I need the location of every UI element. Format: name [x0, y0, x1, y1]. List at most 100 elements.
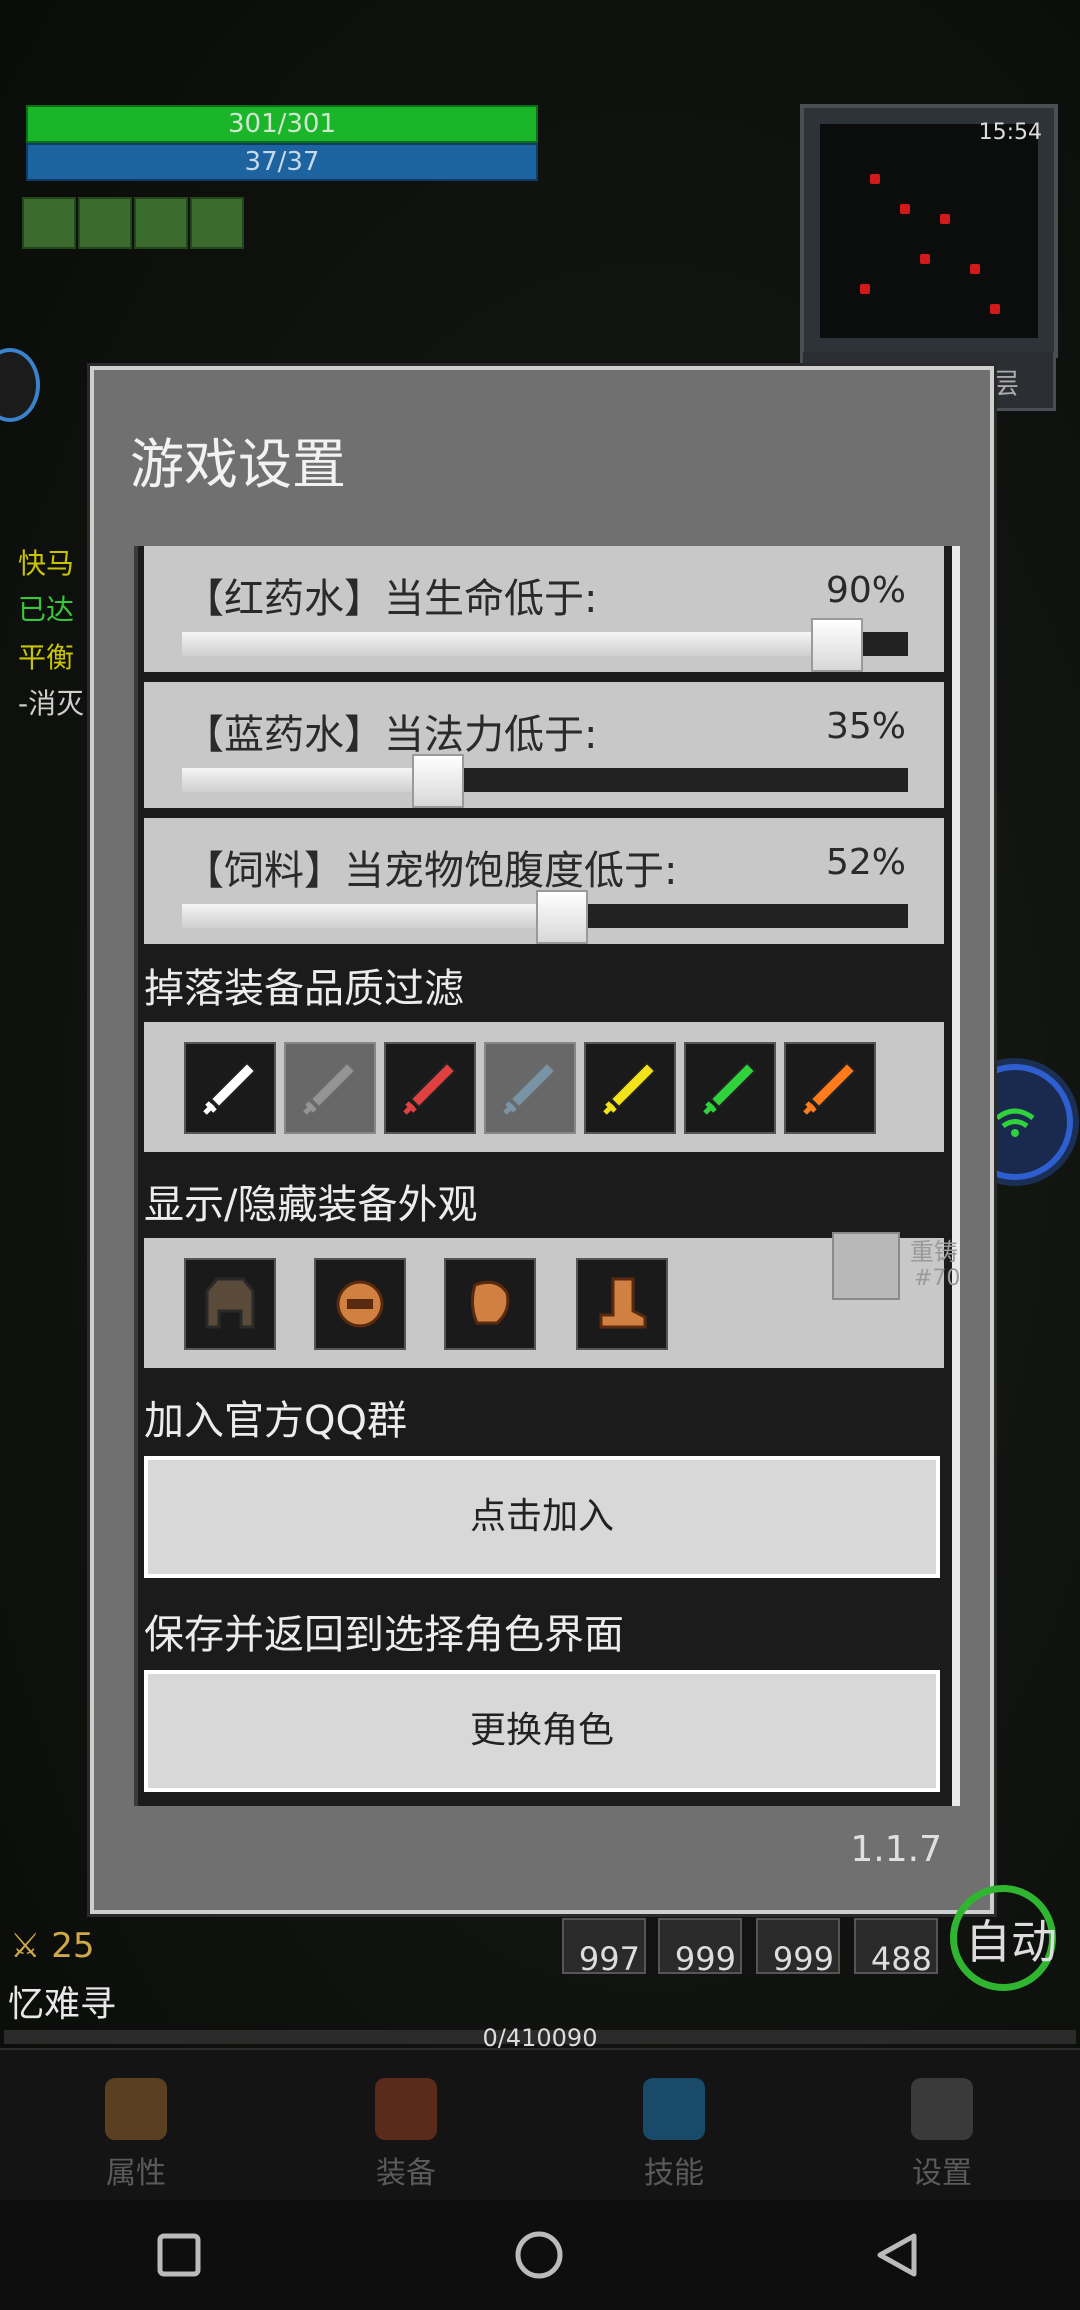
side-quest-text-1: 快马 [18, 547, 75, 580]
auto-label: 自动 [965, 1915, 1057, 1969]
appearance-title: 显示/隐藏装备外观 [144, 1182, 478, 1228]
dialog-title: 游戏设置 [130, 433, 346, 496]
helmet-icon [205, 1277, 255, 1329]
nav-skills[interactable]: 技能 [574, 2078, 774, 2192]
pet-food-thumb[interactable] [536, 890, 588, 944]
red-potion-track[interactable] [182, 632, 908, 656]
buff-arrow-icon[interactable] [134, 197, 188, 249]
save-return-title: 保存并返回到选择角色界面 [144, 1612, 624, 1658]
loot-hint-sub: #70 [914, 1266, 961, 1291]
buff-sword-icon[interactable] [22, 197, 76, 249]
drop-filter-slot-6[interactable] [684, 1042, 776, 1134]
pet-food-fill [182, 904, 560, 928]
blue-quality-sword-icon [503, 1061, 557, 1115]
change-character-button[interactable]: 更换角色 [144, 1670, 940, 1792]
quick-slot-4[interactable]: 488 [854, 1918, 938, 1978]
level-number: 25 [51, 1926, 95, 1966]
red-potion-thumb[interactable] [811, 618, 863, 672]
drop-filter-slot-5[interactable] [584, 1042, 676, 1134]
settings-scroll-area[interactable]: 【红药水】当生命低于: 90% 【蓝药水】当法力低于: 35% 【饲料】当宠物饱… [134, 546, 960, 1806]
minimap[interactable]: 15:54 [800, 104, 1058, 358]
mp-text: 37/37 [244, 147, 320, 177]
boot-icon [599, 1277, 647, 1329]
version-text: 1.1.7 [850, 1829, 942, 1870]
glove-toggle[interactable] [444, 1258, 536, 1350]
blue-potion-thumb[interactable] [412, 754, 464, 808]
hp-text: 301/301 [227, 109, 336, 139]
blue-potion-fill [182, 768, 436, 792]
side-quest-text-4: -消灭 [18, 687, 85, 720]
player-name: 忆难寻 [8, 1984, 117, 2025]
nav-settings[interactable]: 设置 [842, 2078, 1042, 2192]
nav-equipment-label: 装备 [376, 2156, 436, 2191]
gray-quality-sword-icon [303, 1061, 357, 1115]
nav-skills-label: 技能 [644, 2156, 704, 2191]
quick-slot-2[interactable]: 999 [658, 1918, 742, 1978]
green-quality-sword-icon [703, 1061, 757, 1115]
nav-equipment[interactable]: 装备 [306, 2078, 506, 2192]
drop-filter-title: 掉落装备品质过滤 [144, 966, 464, 1012]
yellow-quality-sword-icon [603, 1061, 657, 1115]
mp-bar: 37/37 [26, 143, 538, 181]
pet-food-label: 【饲料】当宠物饱腹度低于: [184, 848, 678, 894]
drop-filter-slot-3[interactable] [384, 1042, 476, 1134]
system-nav-bar [0, 2200, 1080, 2310]
bag-icon [375, 2078, 437, 2140]
buff-target-icon[interactable] [78, 197, 132, 249]
circle-icon [515, 2231, 563, 2279]
blue-potion-label: 【蓝药水】当法力低于: [184, 712, 598, 758]
quick-slot-4-count: 488 [870, 1940, 932, 1978]
drop-filter-slot-4[interactable] [484, 1042, 576, 1134]
nav-attributes-label: 属性 [106, 2156, 166, 2191]
helmet-icon [105, 2078, 167, 2140]
side-quest-text-3: 平衡 [18, 641, 75, 674]
red-potion-slider-card: 【红药水】当生命低于: 90% [144, 546, 944, 678]
skill-gem-icon [643, 2078, 705, 2140]
blue-potion-track[interactable] [182, 768, 908, 792]
join-qq-button[interactable]: 点击加入 [144, 1456, 940, 1578]
back-triangle-icon [877, 2233, 917, 2277]
quick-slot-1-count: 997 [578, 1940, 640, 1978]
red-potion-value: 90% [825, 570, 906, 611]
pet-food-slider-card: 【饲料】当宠物饱腹度低于: 52% [144, 818, 944, 950]
home-button[interactable] [514, 2230, 564, 2280]
quick-slot-3[interactable]: 999 [756, 1918, 840, 1978]
bottom-nav: 属性 装备 技能 设置 [0, 2048, 1080, 2202]
level-sword-icon: ⚔ [10, 1926, 41, 1966]
side-quest-text-2: 已达 [18, 593, 75, 626]
auto-button[interactable]: 自动 [950, 1885, 1057, 1991]
drop-filter-slot-2[interactable] [284, 1042, 376, 1134]
face-mask-toggle[interactable] [314, 1258, 406, 1350]
square-icon [157, 2233, 201, 2277]
appearance-panel [144, 1238, 944, 1368]
glove-icon [470, 1280, 510, 1325]
quick-slot-2-count: 999 [674, 1940, 736, 1978]
boot-toggle[interactable] [576, 1258, 668, 1350]
quick-slot-3-count: 999 [772, 1940, 834, 1978]
white-quality-sword-icon [203, 1061, 257, 1115]
blue-potion-slider-card: 【蓝药水】当法力低于: 35% [144, 682, 944, 814]
orange-quality-sword-icon [803, 1061, 857, 1115]
coins-icon [832, 1232, 900, 1300]
red-potion-fill [182, 632, 835, 656]
back-button[interactable] [872, 2230, 922, 2280]
quick-slot-1[interactable]: 997 [562, 1918, 646, 1978]
nav-attributes[interactable]: 属性 [36, 2078, 236, 2192]
red-gem-sword-icon [403, 1061, 457, 1115]
clock-text: 15:54 [978, 120, 1042, 145]
blue-potion-value: 35% [825, 706, 906, 747]
face-mask-icon [336, 1280, 384, 1328]
loot-hint[interactable]: 重铸 #70 [832, 1232, 982, 1302]
buff-shield-icon[interactable] [190, 197, 244, 249]
drop-filter-slot-7[interactable] [784, 1042, 876, 1134]
settings-dialog: 游戏设置 【红药水】当生命低于: 90% 【蓝药水】当法力低于: 35% 【饲料… [90, 366, 994, 1914]
gear-icon [911, 2078, 973, 2140]
helmet-toggle[interactable] [184, 1258, 276, 1350]
loot-hint-label: 重铸 [910, 1238, 958, 1266]
qq-group-title: 加入官方QQ群 [144, 1398, 407, 1444]
recent-apps-button[interactable] [154, 2230, 204, 2280]
drop-filter-panel [144, 1022, 944, 1152]
drop-filter-slot-1[interactable] [184, 1042, 276, 1134]
player-level: ⚔ 25 [10, 1926, 95, 1966]
nav-settings-label: 设置 [912, 2156, 972, 2191]
